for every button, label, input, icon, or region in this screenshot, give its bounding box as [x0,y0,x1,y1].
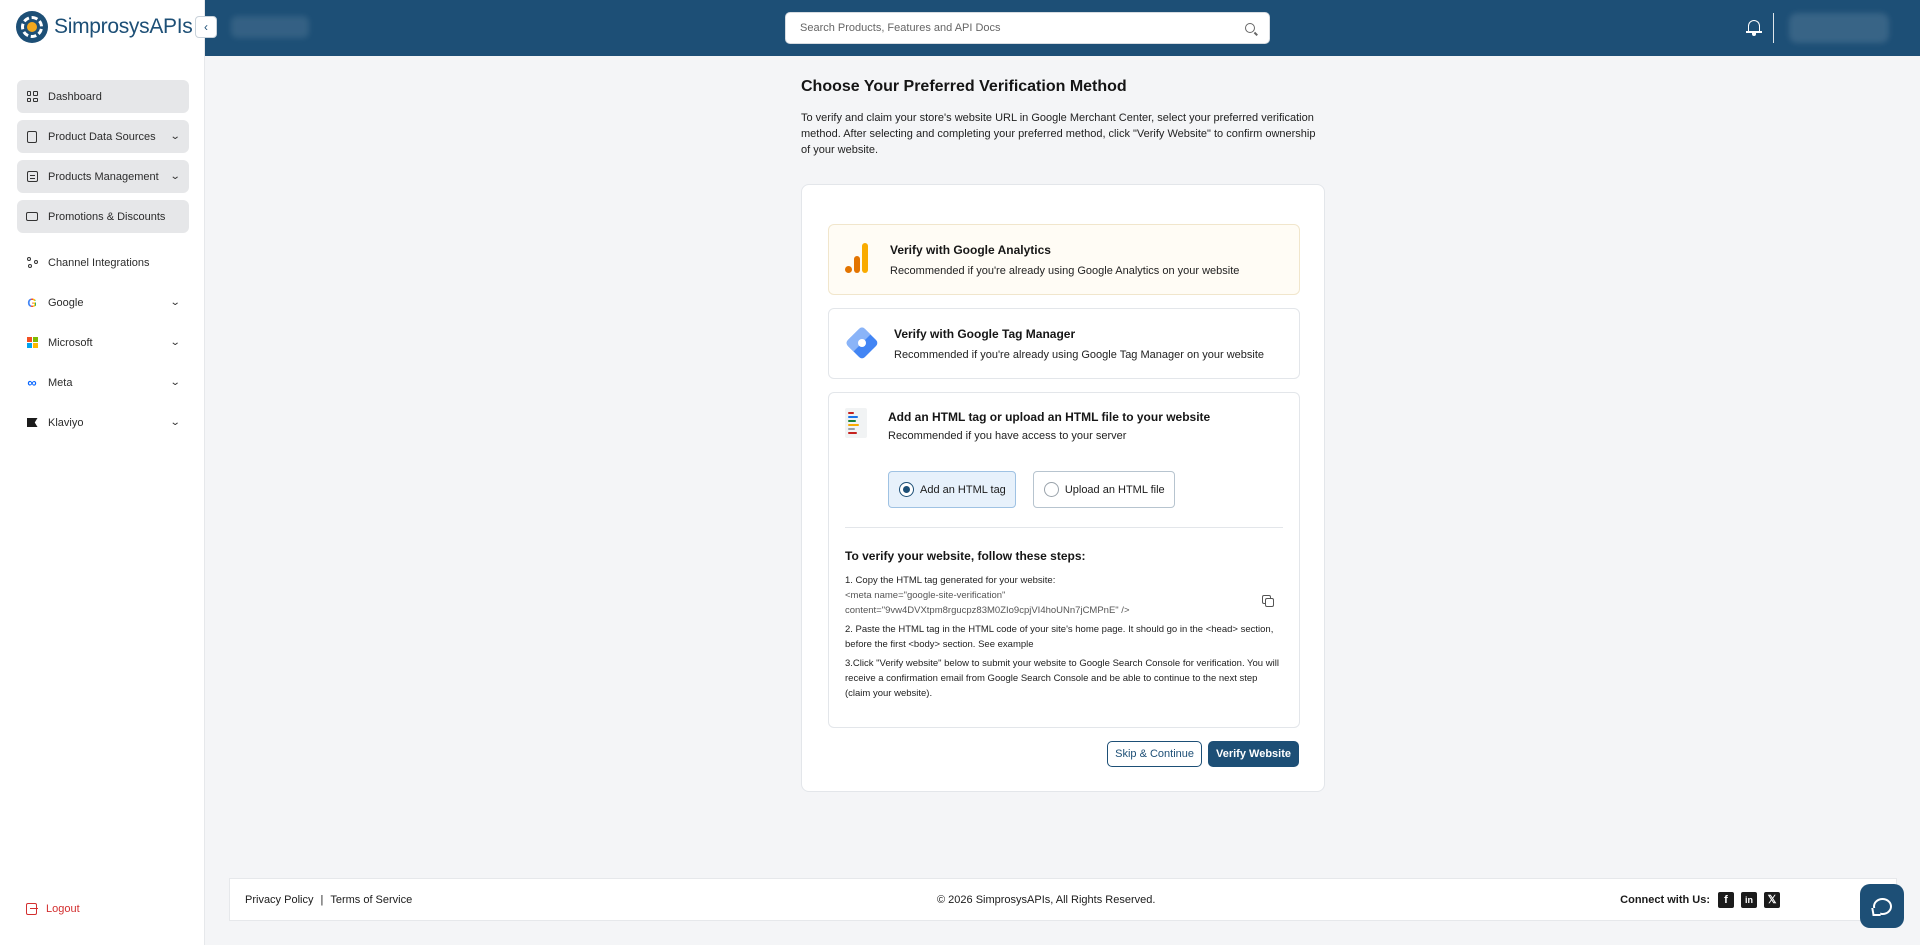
step-1: 1. Copy the HTML tag generated for your … [845,575,1056,586]
main-content: Choose Your Preferred Verification Metho… [801,78,1325,792]
sidebar-item-meta[interactable]: ∞ Meta ⌄ [17,366,189,399]
sidebar-item-microsoft[interactable]: Microsoft ⌄ [17,326,189,359]
logout-label: Logout [46,903,80,915]
logout-icon [26,903,38,915]
sidebar-item-label: Channel Integrations [48,256,150,269]
sidebar-item-label: Klaviyo [48,416,84,429]
action-buttons: Skip & Continue Verify Website [1107,741,1299,767]
upload-html-file-radio[interactable]: Upload an HTML file [1032,471,1175,508]
verification-steps: To verify your website, follow these ste… [845,549,1285,701]
bell-icon[interactable] [1746,18,1762,36]
klaviyo-logo-icon [26,417,38,429]
sidebar-item-label: Google [48,296,84,309]
option-subtitle: Recommended if you're already using Goog… [894,349,1264,361]
sidebar-item-product-data-sources[interactable]: Product Data Sources ⌄ [17,120,189,153]
linkedin-icon[interactable]: in [1741,891,1757,908]
sidebar-item-label: Meta [48,376,73,389]
chevron-left-icon: ‹ [204,20,208,34]
page-title: Choose Your Preferred Verification Metho… [801,78,1127,95]
option-subtitle: Recommended if you're already using Goog… [890,265,1240,277]
steps-title: To verify your website, follow these ste… [845,549,1086,563]
search-icon[interactable] [1245,23,1255,33]
option-google-analytics[interactable]: Verify with Google Analytics Recommended… [828,224,1300,295]
page-description: To verify and claim your store's website… [801,112,1316,156]
sidebar-item-label: Dashboard [48,90,102,103]
chevron-down-icon: ⌄ [169,131,181,142]
microsoft-logo-icon [26,337,38,349]
chevron-down-icon: ⌄ [169,417,181,428]
store-selector[interactable] [231,16,309,38]
option-title: Verify with Google Analytics [890,243,1051,257]
dashboard-icon [26,91,38,103]
sidebar-item-dashboard[interactable]: Dashboard [17,80,189,113]
footer: Privacy Policy | Terms of Service © 2026… [229,878,1897,921]
copy-icon[interactable] [1262,595,1274,607]
add-html-tag-radio[interactable]: Add an HTML tag [888,471,1016,508]
top-header [205,0,1920,56]
sidebar-item-google[interactable]: G Google ⌄ [17,286,189,319]
option-title: Verify with Google Tag Manager [894,327,1076,341]
chevron-down-icon: ⌄ [169,297,181,308]
facebook-icon[interactable]: f [1718,891,1734,908]
app-logo[interactable]: SimprosysAPIs [16,11,193,43]
divider [845,527,1283,528]
document-icon [26,130,38,143]
verification-card: Verify with Google Analytics Recommended… [801,184,1325,792]
sidebar-item-channel-integrations[interactable]: Channel Integrations [17,246,189,279]
option-subtitle: Recommended if you have access to your s… [888,430,1127,442]
logout-button[interactable]: Logout [26,903,80,915]
sidebar-item-label: Product Data Sources [48,130,156,143]
option-title: Add an HTML tag or upload an HTML file t… [888,410,1211,424]
google-tag-manager-icon [845,326,879,360]
radio-label: Upload an HTML file [1064,483,1165,496]
google-analytics-icon [845,243,868,273]
option-html-tag[interactable]: Add an HTML tag or upload an HTML file t… [828,392,1300,728]
meta-tag-code-line-1: <meta name="google-site-verification" [845,590,1006,601]
sidebar-item-label: Promotions & Discounts [48,210,166,223]
chat-icon [1872,897,1892,915]
nodes-icon [26,257,38,269]
chevron-down-icon: ⌄ [169,377,181,388]
privacy-policy-link[interactable]: Privacy Policy [245,894,313,906]
sidebar-item-products-management[interactable]: Products Management ⌄ [17,160,189,193]
sidebar-item-label: Microsoft [48,336,93,349]
meta-tag-code-line-2: content="9vw4DVXtpm8rgucpz83M0ZIo9cpjVI4… [845,605,1130,616]
meta-logo-icon: ∞ [27,375,37,390]
verify-website-button[interactable]: Verify Website [1208,741,1299,767]
list-icon [26,171,38,183]
sidebar-item-promotions[interactable]: Promotions & Discounts [17,200,189,233]
copyright-text: © 2026 SimprosysAPIs, All Rights Reserve… [937,893,1156,906]
sidebar-item-label: Products Management [48,170,159,183]
social-links: Connect with Us: f in 𝕏 [1620,891,1780,908]
radio-label: Add an HTML tag [920,483,1006,496]
header-divider [1773,13,1774,43]
chevron-down-icon: ⌄ [169,337,181,348]
x-icon[interactable]: 𝕏 [1764,891,1780,908]
user-menu[interactable] [1789,13,1889,43]
chat-support-button[interactable] [1860,884,1904,928]
sidebar-collapse-button[interactable]: ‹ [195,16,217,38]
html-file-icon [845,408,867,438]
skip-continue-button[interactable]: Skip & Continue [1107,741,1202,767]
chevron-down-icon: ⌄ [169,171,181,182]
footer-separator: | [320,893,324,906]
connect-label: Connect with Us: [1620,893,1710,906]
logo-text: SimprosysAPIs [54,15,193,38]
google-logo-icon: G [27,295,37,310]
ticket-icon [26,211,38,223]
radio-checked-icon [899,482,914,497]
step-3: 3.Click "Verify website" below to submit… [845,658,1279,699]
search-bar[interactable] [785,12,1270,44]
logo-gear-icon [16,11,48,43]
sidebar: SimprosysAPIs Dashboard Product Data Sou… [0,0,205,945]
sidebar-item-klaviyo[interactable]: Klaviyo ⌄ [17,406,189,439]
terms-of-service-link[interactable]: Terms of Service [330,894,412,906]
option-google-tag-manager[interactable]: Verify with Google Tag Manager Recommend… [828,308,1300,379]
sidebar-nav: Dashboard Product Data Sources ⌄ Product… [17,80,189,446]
radio-unchecked-icon [1043,482,1059,497]
html-method-radio-group: Add an HTML tag Upload an HTML file [888,471,1175,508]
step-2: 2. Paste the HTML tag in the HTML code o… [845,624,1274,650]
search-input[interactable] [800,22,1245,34]
